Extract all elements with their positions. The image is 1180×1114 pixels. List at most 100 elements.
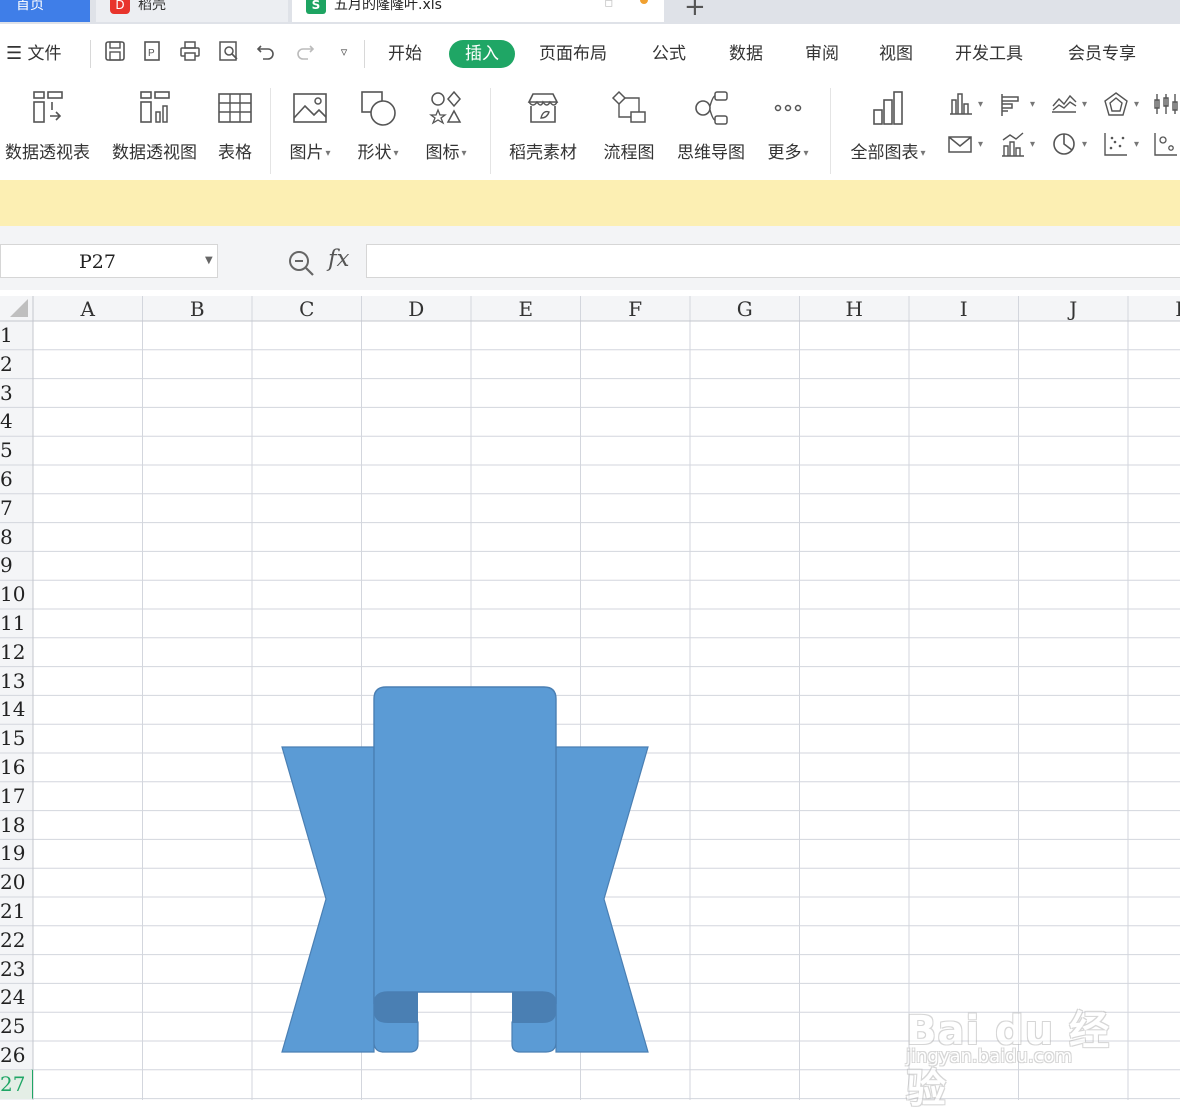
picture-button[interactable]: 图片 ▾: [282, 88, 338, 163]
column-header[interactable]: D: [362, 296, 472, 321]
table-button[interactable]: 表格: [212, 88, 258, 163]
row-header[interactable]: 8: [0, 523, 32, 552]
pivot-table-button[interactable]: 数据透视表: [0, 88, 95, 163]
baidu-jingyan-watermark: Bai du 经验 jingyan.baidu.com: [900, 970, 1130, 1112]
column-header[interactable]: C: [252, 296, 362, 321]
map-chart-button[interactable]: ▾: [946, 130, 986, 158]
row-header[interactable]: 26: [0, 1041, 32, 1070]
svg-text:P: P: [148, 48, 155, 59]
new-tab-button[interactable]: +: [684, 0, 706, 22]
bubble-chart-icon: [1154, 133, 1177, 156]
column-header[interactable]: E: [471, 296, 581, 321]
row-header[interactable]: 21: [0, 897, 32, 926]
row-header[interactable]: 24: [0, 983, 32, 1012]
more-dots-icon: [774, 104, 802, 112]
menu-developer-tools[interactable]: 开发工具: [955, 43, 1023, 65]
all-charts-button[interactable]: 全部图表 ▾: [842, 88, 934, 163]
insert-function-button[interactable]: fx: [328, 246, 349, 272]
flowchart-button[interactable]: 流程图: [600, 88, 658, 163]
menu-view[interactable]: 视图: [879, 43, 913, 65]
chevron-down-icon: ▾: [1134, 99, 1140, 110]
row-header[interactable]: 12: [0, 638, 32, 667]
menu-data[interactable]: 数据: [729, 43, 763, 65]
radar-chart-icon: [1104, 92, 1128, 116]
radar-chart-button[interactable]: ▾: [1102, 90, 1142, 118]
row-header[interactable]: 13: [0, 667, 32, 696]
export-icon[interactable]: P: [141, 40, 165, 66]
row-header[interactable]: 4: [0, 407, 32, 436]
column-header[interactable]: H: [800, 296, 910, 321]
column-header[interactable]: A: [33, 296, 143, 321]
column-header[interactable]: J: [1019, 296, 1129, 321]
toolbar-divider: [0, 226, 1180, 236]
row-header[interactable]: 19: [0, 839, 32, 868]
row-header[interactable]: 7: [0, 494, 32, 523]
scatter-chart-icon: [1104, 133, 1127, 156]
column-header[interactable]: B: [143, 296, 253, 321]
name-box[interactable]: P27 ▼: [0, 244, 218, 278]
picture-icon: [293, 93, 327, 123]
stock-chart-icon: [1154, 94, 1178, 114]
menu-page-layout[interactable]: 页面布局: [539, 43, 607, 65]
row-header[interactable]: 18: [0, 811, 32, 840]
select-all-corner[interactable]: [10, 299, 28, 317]
stock-chart-button[interactable]: [1152, 90, 1180, 118]
tab-home[interactable]: 首页: [0, 0, 90, 22]
row-header[interactable]: 10: [0, 580, 32, 609]
print-icon[interactable]: [178, 40, 202, 66]
mindmap-button[interactable]: 思维导图: [672, 88, 750, 163]
file-menu[interactable]: ☰ 文件: [6, 43, 62, 65]
formula-input[interactable]: [366, 244, 1180, 278]
scatter-chart-button[interactable]: ▾: [1102, 130, 1142, 158]
row-header[interactable]: 9: [0, 551, 32, 580]
column-chart-button[interactable]: ▾: [946, 90, 986, 118]
menu-start[interactable]: 开始: [388, 43, 422, 65]
menu-formula[interactable]: 公式: [652, 43, 686, 65]
quick-access-dropdown-icon[interactable]: ▿: [332, 40, 356, 66]
row-header[interactable]: 23: [0, 955, 32, 984]
pie-chart-button[interactable]: ▾: [1050, 130, 1090, 158]
more-button[interactable]: 更多 ▾: [760, 88, 816, 163]
combo-chart-button[interactable]: ▾: [998, 130, 1038, 158]
column-header[interactable]: K: [1128, 296, 1180, 321]
column-header[interactable]: I: [909, 296, 1019, 321]
zoom-icon[interactable]: [286, 248, 316, 278]
menu-insert[interactable]: 插入: [449, 40, 515, 68]
daoke-assets-button[interactable]: 稻壳素材: [504, 88, 582, 163]
bubble-chart-button[interactable]: [1152, 130, 1180, 158]
shape-button[interactable]: 形状 ▾: [350, 88, 406, 163]
line-chart-button[interactable]: ▾: [1050, 90, 1090, 118]
save-icon[interactable]: [103, 40, 127, 66]
chevron-down-icon[interactable]: ▼: [205, 255, 213, 266]
row-header[interactable]: 3: [0, 379, 32, 408]
row-header[interactable]: 25: [0, 1012, 32, 1041]
row-header[interactable]: 20: [0, 868, 32, 897]
horizontal-bar-chart-icon: [1001, 94, 1019, 116]
redo-icon[interactable]: [293, 40, 317, 66]
row-header[interactable]: 2: [0, 350, 32, 379]
pin-icon[interactable]: ▫: [604, 0, 614, 12]
pivot-chart-button[interactable]: 数据透视图: [107, 88, 202, 163]
row-header[interactable]: 22: [0, 926, 32, 955]
column-header[interactable]: G: [690, 296, 800, 321]
menu-review[interactable]: 审阅: [805, 43, 839, 65]
menu-member[interactable]: 会员专享: [1068, 43, 1136, 65]
row-header[interactable]: 14: [0, 695, 32, 724]
row-header[interactable]: 6: [0, 465, 32, 494]
row-header[interactable]: 16: [0, 753, 32, 782]
tab-workbook[interactable]: S 五月的隆隆叶.xls ▫: [292, 0, 664, 22]
row-header[interactable]: 1: [0, 321, 32, 350]
row-header[interactable]: 15: [0, 724, 32, 753]
print-preview-icon[interactable]: [217, 40, 241, 66]
row-header[interactable]: 17: [0, 782, 32, 811]
row-header[interactable]: 27: [0, 1069, 32, 1099]
tab-daoke[interactable]: D 稻壳: [96, 0, 288, 22]
row-header[interactable]: 11: [0, 609, 32, 638]
column-header[interactable]: F: [581, 296, 691, 321]
horizontal-bar-chart-button[interactable]: ▾: [998, 90, 1038, 118]
undo-icon[interactable]: [254, 40, 278, 66]
icon-button[interactable]: 图标 ▾: [418, 88, 474, 163]
row-header[interactable]: 5: [0, 436, 32, 465]
chevron-down-icon: ▾: [978, 139, 984, 150]
ribbon-banner-shape[interactable]: [278, 686, 652, 1056]
